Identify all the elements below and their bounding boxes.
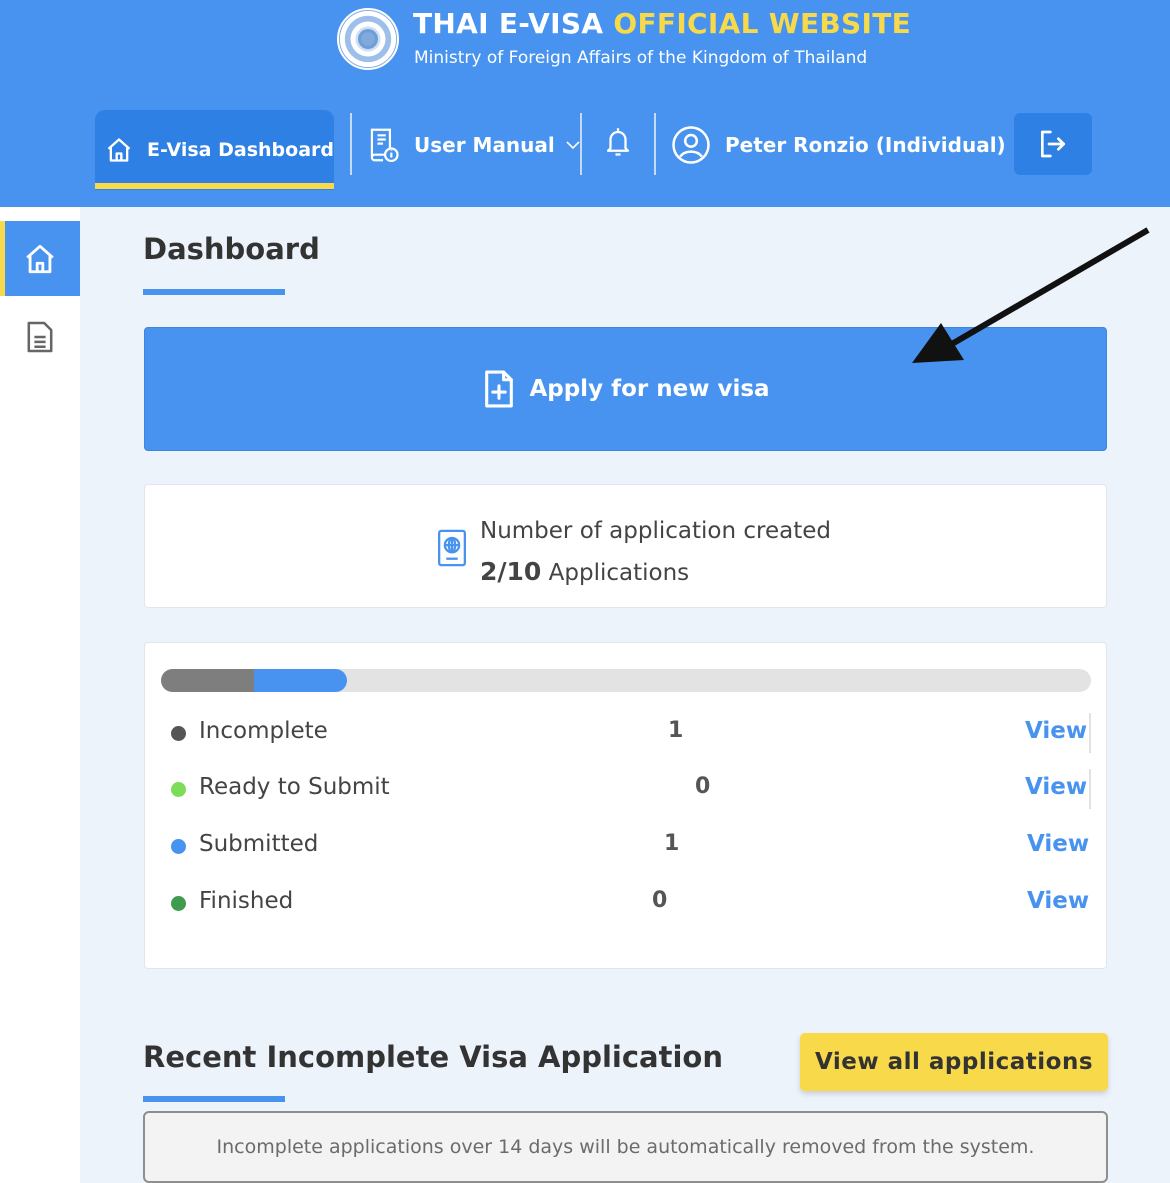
application-count-number: 2/10 (480, 557, 542, 586)
sidebar-item-dashboard[interactable] (0, 221, 80, 296)
site-title-main: THAI E-VISA (413, 7, 604, 40)
active-tab-indicator (95, 183, 334, 189)
status-count: 0 (695, 774, 711, 799)
passport-icon (438, 529, 466, 567)
status-dot-finished (171, 896, 186, 911)
site-title: THAI E-VISA OFFICIAL WEBSITE (413, 7, 911, 40)
view-finished-link[interactable]: View (1027, 888, 1089, 914)
application-count-card: Number of application created 2/10 Appli… (144, 484, 1107, 608)
annotation-arrow-icon (912, 227, 1150, 363)
view-separator (1089, 713, 1091, 753)
view-incomplete-link[interactable]: View (1025, 718, 1087, 744)
progress-segment-submitted (254, 669, 347, 692)
application-status-card: Incomplete 1 View Ready to Submit 0 View… (144, 642, 1107, 969)
top-header: THAI E-VISA OFFICIAL WEBSITE Ministry of… (0, 0, 1170, 207)
nav-user-manual-label: User Manual (414, 133, 555, 157)
home-icon (107, 138, 131, 162)
nav-divider (654, 113, 656, 175)
chevron-down-icon (566, 141, 580, 150)
status-count: 1 (664, 831, 680, 856)
nav-dashboard-tab[interactable]: E-Visa Dashboard (95, 110, 334, 190)
view-ready-link[interactable]: View (1025, 774, 1087, 800)
bell-icon (606, 128, 630, 156)
nav-divider (580, 113, 582, 175)
status-row-submitted: Submitted 1 View (145, 826, 1108, 866)
page-title-underline (143, 289, 285, 295)
status-label: Incomplete (199, 718, 328, 744)
annotation-arrow-shaft (943, 227, 1150, 351)
nav-user-manual-dropdown[interactable]: User Manual (366, 115, 581, 175)
document-icon (27, 321, 53, 353)
status-dot-incomplete (171, 726, 186, 741)
site-subtitle: Ministry of Foreign Affairs of the Kingd… (414, 48, 868, 68)
nav-dashboard-label: E-Visa Dashboard (147, 139, 334, 161)
status-label: Ready to Submit (199, 774, 390, 800)
sidebar-active-indicator (0, 221, 5, 296)
site-title-accent: OFFICIAL WEBSITE (613, 7, 912, 40)
progress-segment-incomplete (161, 669, 254, 692)
status-count: 1 (668, 718, 684, 743)
status-row-finished: Finished 0 View (145, 883, 1108, 923)
user-name-label: Peter Ronzio (Individual) (725, 133, 1006, 157)
logout-button[interactable] (1014, 113, 1092, 175)
status-count: 0 (652, 888, 668, 913)
status-label: Submitted (199, 831, 319, 857)
status-label: Finished (199, 888, 294, 914)
recent-incomplete-title: Recent Incomplete Visa Application (143, 1040, 723, 1074)
recent-title-underline (143, 1096, 285, 1102)
file-plus-icon (485, 370, 514, 408)
application-count-value: 2/10 Applications (480, 557, 689, 586)
status-dot-ready (171, 782, 186, 797)
status-progress-bar (161, 669, 1091, 692)
nav-divider (350, 113, 352, 175)
user-profile-menu[interactable]: Peter Ronzio (Individual) (671, 115, 1006, 175)
view-all-applications-button[interactable]: View all applications (800, 1033, 1108, 1091)
user-circle-icon (672, 126, 710, 164)
seal-center (358, 29, 378, 49)
application-count-unit: Applications (548, 560, 690, 586)
view-separator (1089, 769, 1091, 809)
status-row-ready-to-submit: Ready to Submit 0 View (145, 769, 1108, 809)
sidebar (0, 207, 80, 1183)
notifications-button[interactable] (603, 125, 633, 159)
sidebar-item-documents[interactable] (0, 307, 80, 367)
view-submitted-link[interactable]: View (1027, 831, 1089, 857)
book-info-icon (370, 128, 399, 163)
thai-government-seal-icon (337, 8, 399, 70)
status-row-incomplete: Incomplete 1 View (145, 713, 1108, 753)
auto-removal-notice: Incomplete applications over 14 days wil… (143, 1111, 1108, 1183)
home-icon (26, 244, 54, 273)
application-count-label: Number of application created (480, 518, 831, 544)
logout-icon (1041, 130, 1065, 158)
page-title: Dashboard (143, 232, 320, 266)
apply-new-visa-label: Apply for new visa (529, 376, 770, 402)
status-dot-submitted (171, 839, 186, 854)
